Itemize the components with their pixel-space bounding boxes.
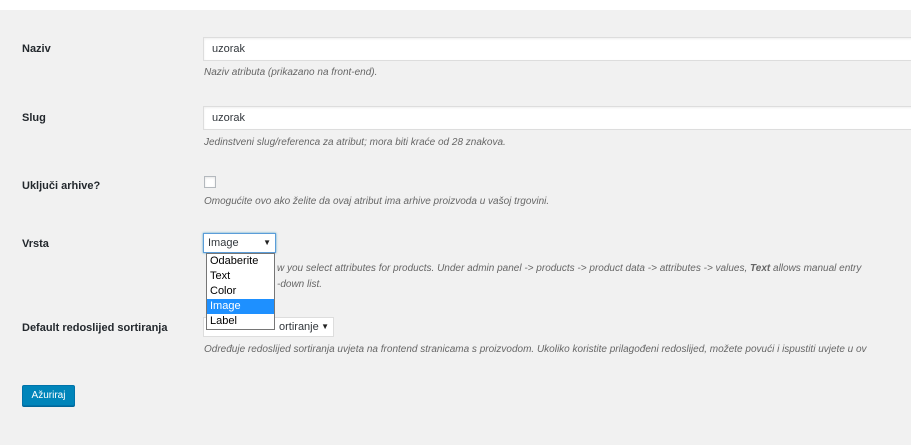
archives-description: Omogućite ovo ako želite da ovaj atribut… <box>204 196 550 207</box>
type-select-value: Image <box>208 237 239 249</box>
type-option-image[interactable]: Image <box>207 299 274 314</box>
type-option-odaberite[interactable]: Odaberite <box>207 254 274 269</box>
slug-description: Jedinstveni slug/referenca za atribut; m… <box>204 137 506 148</box>
sort-order-description: Određuje redoslijed sortiranja uvjeta na… <box>204 344 867 355</box>
archives-label: Uključi arhive? <box>22 180 101 192</box>
name-label: Naziv <box>22 43 51 55</box>
type-select[interactable]: Image ▼ <box>203 233 276 253</box>
sort-order-select-value: ortiranje <box>279 321 319 333</box>
archives-checkbox[interactable] <box>204 176 216 188</box>
name-description: Naziv atributa (prikazano na front-end). <box>204 67 378 78</box>
type-option-color[interactable]: Color <box>207 284 274 299</box>
type-option-label[interactable]: Label <box>207 314 274 329</box>
type-option-text[interactable]: Text <box>207 269 274 284</box>
type-description-line2: -down list. <box>277 279 323 290</box>
type-description-line1: w you select attributes for products. Un… <box>277 263 862 274</box>
slug-label: Slug <box>22 112 46 124</box>
type-label: Vrsta <box>22 238 49 250</box>
type-dropdown-list[interactable]: Odaberite Text Color Image Label <box>206 253 275 330</box>
update-button[interactable]: Ažuriraj <box>22 385 75 406</box>
slug-input[interactable]: uzorak <box>203 106 911 130</box>
sort-order-label: Default redoslijed sortiranja <box>22 322 168 334</box>
chevron-down-icon: ▼ <box>321 322 329 331</box>
top-panel-edge <box>0 0 911 10</box>
dropdown-arrow-icon: ▼ <box>263 238 271 247</box>
name-input[interactable]: uzorak <box>203 37 911 61</box>
